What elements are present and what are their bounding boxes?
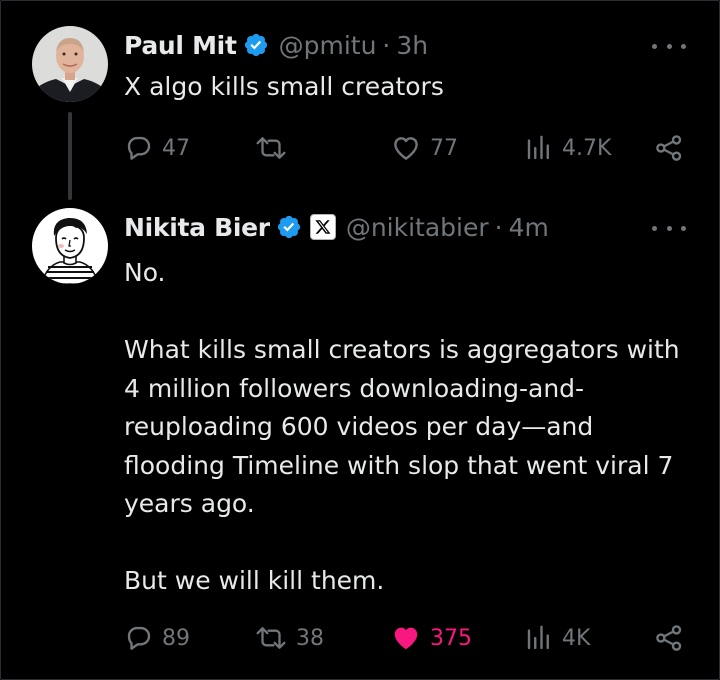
reply-count: 47: [162, 135, 190, 161]
like-count: 375: [430, 625, 472, 651]
reply-icon: [127, 626, 151, 650]
more-options-icon[interactable]: [652, 36, 686, 56]
avatar[interactable]: [32, 26, 108, 102]
tweet-actions: 89 38 375 4K: [124, 620, 690, 656]
repost-button[interactable]: [254, 130, 296, 166]
views-button[interactable]: 4K: [524, 620, 590, 656]
like-button[interactable]: 375: [390, 620, 472, 656]
avatar-nikita-illustration: [32, 208, 108, 284]
like-button[interactable]: 77: [390, 130, 458, 166]
repost-button[interactable]: 38: [254, 620, 324, 656]
thread-connector-line: [68, 112, 72, 200]
heart-outline-icon: [394, 137, 418, 160]
author-name[interactable]: Paul Mit: [124, 31, 237, 60]
view-count: 4.7K: [562, 135, 612, 161]
author-handle[interactable]: @pmitu: [279, 31, 377, 60]
view-count: 4K: [562, 625, 591, 651]
share-button[interactable]: [654, 620, 684, 656]
separator-dot: ·: [494, 212, 503, 242]
tweet-actions: 47 77 4.7K: [124, 130, 690, 166]
verified-badge-icon[interactable]: [276, 214, 302, 240]
reply-button[interactable]: 89: [124, 620, 190, 656]
heart-filled-icon: [394, 627, 418, 650]
views-chart-icon: [527, 135, 549, 160]
reply-count: 89: [162, 625, 190, 651]
repost-icon: [256, 627, 286, 649]
timestamp[interactable]: 4m: [509, 213, 549, 242]
tweet-header: Nikita Bier @nikitabier · 4m: [124, 209, 549, 245]
repost-count: 38: [296, 625, 324, 651]
share-icon: [656, 135, 682, 161]
author-name[interactable]: Nikita Bier: [124, 213, 270, 242]
separator-dot: ·: [382, 30, 391, 60]
tweet-text: X algo kills small creators: [124, 72, 444, 101]
repost-icon: [256, 137, 286, 159]
more-options-icon[interactable]: [652, 218, 686, 238]
views-chart-icon: [527, 625, 549, 650]
share-icon: [656, 625, 682, 651]
verified-badge-icon[interactable]: [243, 32, 269, 58]
tweet-text: No. What kills small creators is aggrega…: [124, 258, 680, 595]
views-button[interactable]: 4.7K: [524, 130, 611, 166]
share-button[interactable]: [654, 130, 684, 166]
avatar[interactable]: [32, 208, 108, 284]
like-count: 77: [430, 135, 458, 161]
avatar-paul-image: [32, 26, 108, 102]
author-handle[interactable]: @nikitabier: [346, 213, 489, 242]
reply-button[interactable]: 47: [124, 130, 190, 166]
x-logo-icon[interactable]: [309, 214, 336, 240]
tweet-header: Paul Mit @pmitu · 3h: [124, 27, 428, 63]
reply-icon: [127, 136, 151, 160]
timestamp[interactable]: 3h: [396, 31, 428, 60]
